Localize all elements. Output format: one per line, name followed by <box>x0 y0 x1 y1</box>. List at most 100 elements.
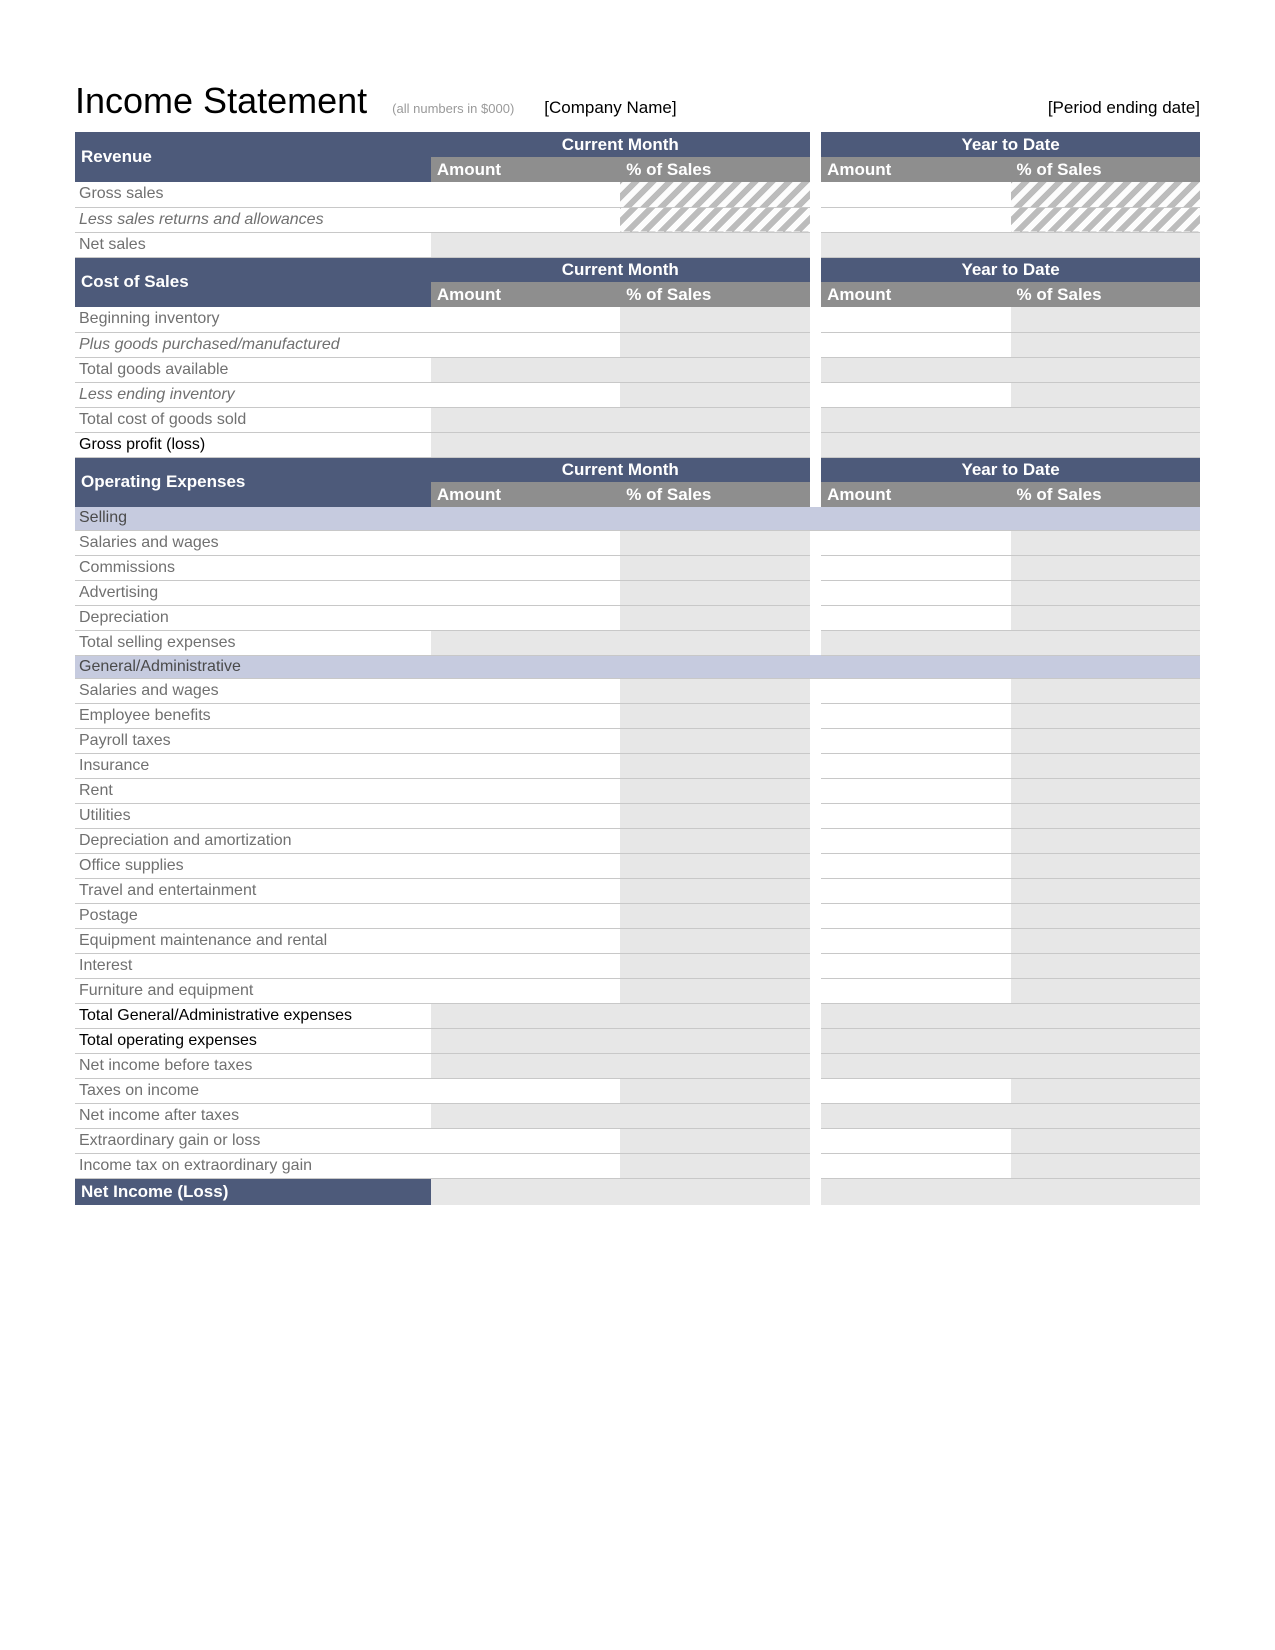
cell-amount-ytd[interactable] <box>821 530 1010 555</box>
table-row: Income tax on extraordinary gain <box>75 1153 1200 1178</box>
cell-pct-ytd <box>1011 605 1200 630</box>
cell-amount-ytd[interactable] <box>821 978 1010 1003</box>
cell-amount-current[interactable] <box>431 307 620 332</box>
col-amount: Amount <box>431 282 620 307</box>
cell-amount-ytd <box>821 357 1010 382</box>
cell-amount-current[interactable] <box>431 703 620 728</box>
cell-amount-current[interactable] <box>431 928 620 953</box>
cell-amount-ytd <box>821 1053 1010 1078</box>
cell-pct-ytd <box>1011 1028 1200 1053</box>
col-pct: % of Sales <box>1011 282 1200 307</box>
table-row: Office supplies <box>75 853 1200 878</box>
cell-amount-ytd[interactable] <box>821 928 1010 953</box>
section-title: Revenue <box>75 132 431 182</box>
cell-pct-ytd <box>1011 1128 1200 1153</box>
cell-pct-current <box>620 878 809 903</box>
cell-amount-current[interactable] <box>431 978 620 1003</box>
cell-amount-current[interactable] <box>431 555 620 580</box>
cell-amount-ytd[interactable] <box>821 778 1010 803</box>
cell-amount-current[interactable] <box>431 1128 620 1153</box>
row-label: Less sales returns and allowances <box>75 207 431 232</box>
cell-amount-current[interactable] <box>431 1078 620 1103</box>
cell-pct-current <box>620 232 809 257</box>
row-label: Travel and entertainment <box>75 878 431 903</box>
cell-pct-ytd <box>1011 753 1200 778</box>
cell-amount-ytd[interactable] <box>821 678 1010 703</box>
cell-amount-current[interactable] <box>431 605 620 630</box>
cell-amount-ytd <box>821 1103 1010 1128</box>
table-row: Equipment maintenance and rental <box>75 928 1200 953</box>
cell-amount-current[interactable] <box>431 728 620 753</box>
cell-amount-ytd[interactable] <box>821 753 1010 778</box>
cell-pct-ytd <box>1011 953 1200 978</box>
cell-amount-ytd[interactable] <box>821 555 1010 580</box>
cell-amount-ytd[interactable] <box>821 953 1010 978</box>
cell-amount-ytd[interactable] <box>821 878 1010 903</box>
row-label: Equipment maintenance and rental <box>75 928 431 953</box>
cell-amount-current[interactable] <box>431 530 620 555</box>
cell-pct-ytd <box>1011 1003 1200 1028</box>
table-row: Postage <box>75 903 1200 928</box>
cell-pct-current <box>620 1103 809 1128</box>
row-label: Interest <box>75 953 431 978</box>
cell-pct-ytd <box>1011 382 1200 407</box>
cell-amount-current[interactable] <box>431 207 620 232</box>
cell-amount-ytd[interactable] <box>821 803 1010 828</box>
cell-pct-ytd <box>1011 232 1200 257</box>
cell-pct-ytd <box>1011 530 1200 555</box>
cell-amount-current[interactable] <box>431 803 620 828</box>
cell-pct-ytd <box>1011 903 1200 928</box>
col-pct: % of Sales <box>620 282 809 307</box>
cell-pct-ytd <box>1011 407 1200 432</box>
cell-amount-current[interactable] <box>431 753 620 778</box>
cell-amount-current[interactable] <box>431 1153 620 1178</box>
cell-amount-current[interactable] <box>431 778 620 803</box>
table-row: Plus goods purchased/manufactured <box>75 332 1200 357</box>
row-label: Net income after taxes <box>75 1103 431 1128</box>
cell-amount-ytd[interactable] <box>821 853 1010 878</box>
row-label: Office supplies <box>75 853 431 878</box>
cell-pct-ytd <box>1011 703 1200 728</box>
cell-amount-current[interactable] <box>431 332 620 357</box>
cell-pct-current <box>620 903 809 928</box>
cell-amount-ytd[interactable] <box>821 728 1010 753</box>
cell-amount-current[interactable] <box>431 182 620 207</box>
table-row: Total selling expenses <box>75 630 1200 655</box>
cell-amount-ytd[interactable] <box>821 332 1010 357</box>
page-subtitle: (all numbers in $000) <box>392 101 514 116</box>
cell-amount-current[interactable] <box>431 853 620 878</box>
cell-amount-current[interactable] <box>431 382 620 407</box>
row-label: Beginning inventory <box>75 307 431 332</box>
cell-pct-ytd <box>1011 1153 1200 1178</box>
cell-pct-current <box>620 530 809 555</box>
cell-pct-current <box>620 605 809 630</box>
cell-pct-current <box>620 382 809 407</box>
cell-amount-ytd[interactable] <box>821 1153 1010 1178</box>
cell-amount-current <box>431 357 620 382</box>
cell-amount-ytd[interactable] <box>821 307 1010 332</box>
cell-amount-ytd[interactable] <box>821 207 1010 232</box>
cell-amount-ytd[interactable] <box>821 382 1010 407</box>
cell-amount-ytd[interactable] <box>821 605 1010 630</box>
cell-pct-current <box>620 182 809 207</box>
cell-amount-current[interactable] <box>431 878 620 903</box>
cell-amount-current[interactable] <box>431 828 620 853</box>
cell-amount-ytd[interactable] <box>821 703 1010 728</box>
cell-pct-current <box>620 307 809 332</box>
cell-amount-ytd[interactable] <box>821 182 1010 207</box>
cell-amount-current[interactable] <box>431 903 620 928</box>
col-pct: % of Sales <box>1011 482 1200 507</box>
cell-pct-current <box>620 928 809 953</box>
col-amount: Amount <box>821 157 1010 182</box>
cell-amount-current[interactable] <box>431 580 620 605</box>
cell-amount-ytd[interactable] <box>821 580 1010 605</box>
cell-amount-current[interactable] <box>431 953 620 978</box>
row-label: Taxes on income <box>75 1078 431 1103</box>
cell-amount-ytd[interactable] <box>821 1078 1010 1103</box>
cell-amount-ytd[interactable] <box>821 828 1010 853</box>
table-row: Gross profit (loss) <box>75 432 1200 457</box>
cell-amount-ytd[interactable] <box>821 1128 1010 1153</box>
cell-amount-current[interactable] <box>431 678 620 703</box>
table-row: Net sales <box>75 232 1200 257</box>
cell-amount-ytd[interactable] <box>821 903 1010 928</box>
